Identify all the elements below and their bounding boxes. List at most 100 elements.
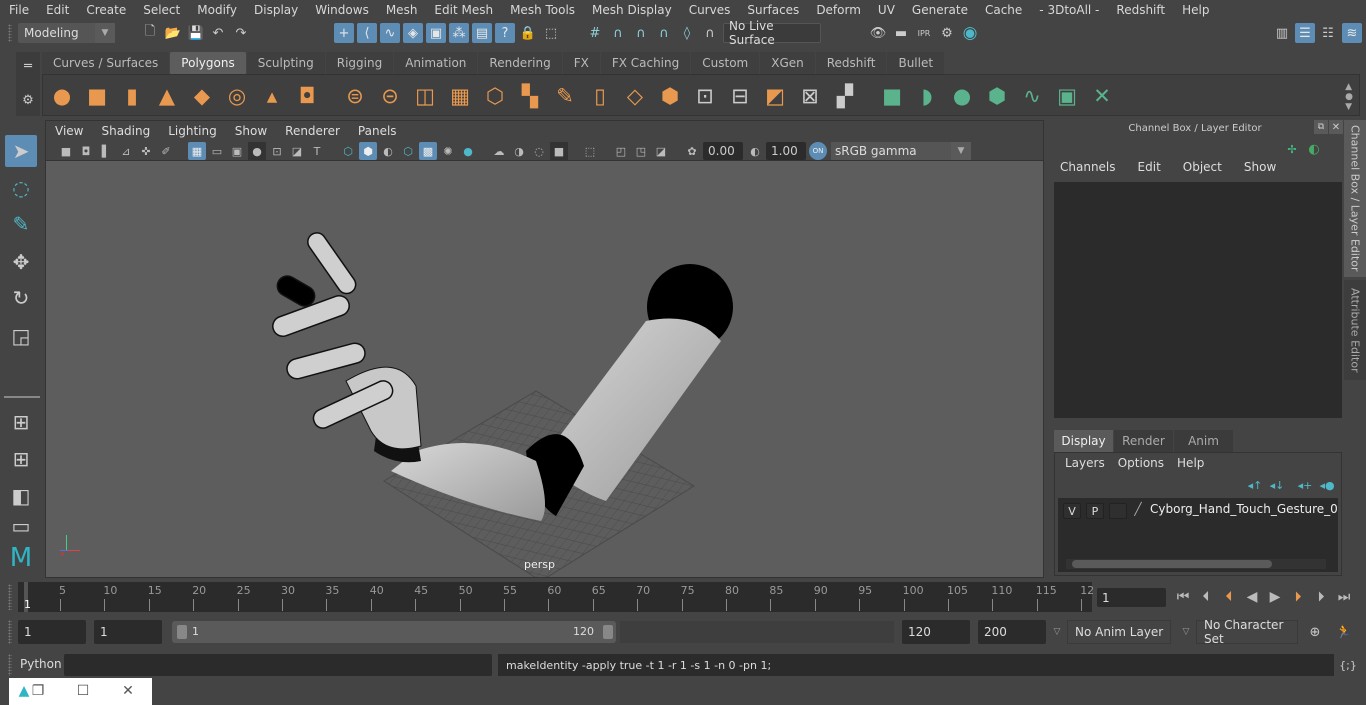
fill-hole-icon[interactable]: ▞ <box>831 82 859 110</box>
two-view-icon[interactable]: ◧ <box>5 480 37 512</box>
select-vertex-icon[interactable]: ◈ <box>403 23 423 43</box>
lock-icon[interactable]: 🔒 <box>518 23 538 43</box>
range-end-handle[interactable] <box>603 625 613 639</box>
float-panel-icon[interactable]: ⧉ <box>1314 120 1328 134</box>
rotate-tool-icon[interactable]: ↻ <box>5 282 37 314</box>
menu-mesh-tools[interactable]: Mesh Tools <box>501 3 583 17</box>
default-material-icon[interactable]: ◐ <box>379 142 397 160</box>
wireframe-icon[interactable]: ⬡ <box>339 142 357 160</box>
viewport-panel[interactable]: View Shading Lighting Show Renderer Pane… <box>45 120 1044 578</box>
insert-edge-loop-icon[interactable]: ⊡ <box>691 82 719 110</box>
command-input[interactable] <box>64 654 492 676</box>
new-layer-selected-icon[interactable]: ◂● <box>1317 475 1337 495</box>
xray-icon[interactable]: ◰ <box>612 142 630 160</box>
menu-windows[interactable]: Windows <box>306 3 377 17</box>
tab-display[interactable]: Display <box>1054 430 1113 452</box>
menu-file[interactable]: File <box>0 3 37 17</box>
tab-anim[interactable]: Anim <box>1174 430 1233 452</box>
poly-cone-icon[interactable]: ▲ <box>153 82 181 110</box>
tab-sculpting[interactable]: Sculpting <box>246 52 325 74</box>
lasso-tool-icon[interactable]: ◌ <box>5 172 37 204</box>
select-misc-icon[interactable]: ⁂ <box>449 23 469 43</box>
tab-xgen[interactable]: XGen <box>760 52 815 74</box>
menu-surfaces[interactable]: Surfaces <box>738 3 807 17</box>
gate-mask-icon[interactable]: ● <box>248 142 266 160</box>
script-editor-icon[interactable]: {;} <box>1338 655 1358 675</box>
textured-icon[interactable]: ▩ <box>419 142 437 160</box>
anim-layer-dropdown[interactable]: No Anim Layer <box>1067 620 1171 644</box>
select-render-icon[interactable]: ▤ <box>472 23 492 43</box>
chevron-down-icon[interactable]: ▽ <box>1047 622 1067 642</box>
split-face-icon[interactable]: ◩ <box>761 82 789 110</box>
restore-icon[interactable]: ❐ <box>27 681 49 701</box>
color-space-dropdown[interactable]: sRGB gamma ▼ <box>831 142 971 160</box>
drag-handle[interactable] <box>8 24 12 42</box>
new-layer-icon[interactable]: ◂+ <box>1295 475 1315 495</box>
uv-planar-icon[interactable]: ■ <box>878 82 906 110</box>
render-view-icon[interactable]: 👁 <box>868 23 888 43</box>
chevron-down-icon[interactable]: ▽ <box>1176 622 1196 642</box>
combine-icon[interactable]: ⊜ <box>341 82 369 110</box>
menu-mesh[interactable]: Mesh <box>377 3 426 17</box>
script-language-toggle[interactable]: Python <box>20 657 62 671</box>
camera-attr-icon[interactable]: ◘ <box>77 142 95 160</box>
select-object-icon[interactable]: ⟨ <box>357 23 377 43</box>
poly-torus-icon[interactable]: ◎ <box>223 82 251 110</box>
bridge-icon[interactable]: ◇ <box>621 82 649 110</box>
menu-edit-mesh[interactable]: Edit Mesh <box>425 3 501 17</box>
layer-playback-toggle[interactable]: P <box>1086 503 1104 519</box>
close-window-icon[interactable]: ✕ <box>117 681 139 701</box>
menu-object[interactable]: Object <box>1171 160 1232 174</box>
select-tool-icon[interactable]: ➤ <box>5 135 37 167</box>
uv-contour-icon[interactable]: ∿ <box>1018 82 1046 110</box>
gamma-icon[interactable]: ◐ <box>746 142 764 160</box>
viewport-menu-renderer[interactable]: Renderer <box>276 124 349 138</box>
animation-prefs-icon[interactable]: 🏃 <box>1334 622 1354 642</box>
mirror-icon[interactable]: ◫ <box>411 82 439 110</box>
layer-display-type-toggle[interactable] <box>1109 503 1127 519</box>
tab-redshift[interactable]: Redshift <box>815 52 887 74</box>
manipulator-axis-icon[interactable]: ✢ <box>1282 139 1302 159</box>
viewport-menu-view[interactable]: View <box>46 124 92 138</box>
menu-cb-edit[interactable]: Edit <box>1126 160 1171 174</box>
color-management-toggle[interactable]: ON <box>809 142 827 160</box>
film-gate-icon[interactable]: ▭ <box>208 142 226 160</box>
playback-start-field[interactable]: 1 <box>94 620 162 644</box>
render-frame-icon[interactable]: ▬ <box>891 23 911 43</box>
workspace-dropdown[interactable]: Modeling ▼ <box>18 23 115 43</box>
tool-settings-icon[interactable]: ☷ <box>1318 23 1338 43</box>
wireframe-on-shaded-icon[interactable]: ⬡ <box>399 142 417 160</box>
menu-cache[interactable]: Cache <box>976 3 1030 17</box>
field-chart-icon[interactable]: ⊡ <box>268 142 286 160</box>
ambient-occlusion-icon[interactable]: ☁ <box>490 142 508 160</box>
tab-polygons[interactable]: Polygons <box>170 52 246 74</box>
render-settings-icon[interactable]: ⚙ <box>937 23 957 43</box>
tab-rigging[interactable]: Rigging <box>325 52 394 74</box>
exposure-icon[interactable]: ✿ <box>683 142 701 160</box>
play-backward-icon[interactable]: ◀ <box>1242 587 1262 607</box>
help-icon[interactable]: ? <box>495 23 515 43</box>
viewport-menu-shading[interactable]: Shading <box>92 124 159 138</box>
tab-animation[interactable]: Animation <box>394 52 478 74</box>
menu-create[interactable]: Create <box>77 3 134 17</box>
menu-curves[interactable]: Curves <box>680 3 739 17</box>
snap-point-icon[interactable]: ∩ <box>631 23 651 43</box>
move-layer-up-icon[interactable]: ◂↑ <box>1245 475 1265 495</box>
snap-curve-icon[interactable]: ∩ <box>608 23 628 43</box>
uv-automatic-icon[interactable]: ⬢ <box>983 82 1011 110</box>
smooth-shade-icon[interactable]: ⬢ <box>359 142 377 160</box>
safe-title-icon[interactable]: T <box>308 142 326 160</box>
menu-options[interactable]: Options <box>1113 456 1172 470</box>
sync-icon[interactable]: ◐ <box>1304 139 1324 159</box>
move-tool-icon[interactable]: ✥ <box>5 246 37 278</box>
menu-show[interactable]: Show <box>1232 160 1286 174</box>
menu-uv[interactable]: UV <box>869 3 903 17</box>
anti-alias-icon[interactable]: ◌ <box>530 142 548 160</box>
motion-blur-icon[interactable]: ◑ <box>510 142 528 160</box>
uv-cylindrical-icon[interactable]: ◗ <box>913 82 941 110</box>
tab-channel-box-layer-editor[interactable]: Channel Box / Layer Editor <box>1344 120 1366 277</box>
menu-redshift[interactable]: Redshift <box>1107 3 1173 17</box>
range-start-handle[interactable] <box>177 625 187 639</box>
xray-joints-icon[interactable]: ◳ <box>632 142 650 160</box>
poly-pipe-icon[interactable]: ◘ <box>293 82 321 110</box>
